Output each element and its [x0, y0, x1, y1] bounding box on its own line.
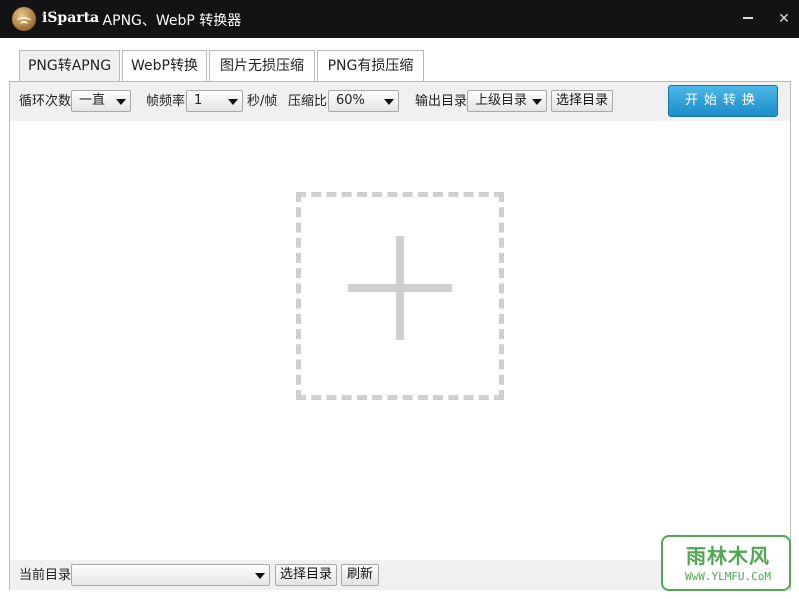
chevron-down-icon: [116, 99, 126, 105]
start-convert-button[interactable]: 开始转换: [668, 85, 778, 117]
framerate-unit: 秒/帧: [247, 94, 278, 109]
plus-icon[interactable]: [348, 236, 452, 340]
refresh-button[interactable]: 刷新: [341, 564, 379, 586]
output-dir-label: 输出目录: [415, 94, 468, 109]
close-icon[interactable]: ✕: [774, 9, 794, 29]
compression-label: 压缩比: [288, 94, 328, 109]
minimize-icon[interactable]: [743, 17, 753, 19]
app-logo-icon: [12, 7, 36, 31]
compression-select[interactable]: 60%: [328, 90, 399, 112]
framerate-value: 1: [194, 93, 203, 108]
framerate-label: 帧频率: [146, 94, 186, 109]
compression-value: 60%: [336, 93, 365, 108]
current-dir-label: 当前目录: [19, 568, 72, 583]
framerate-select[interactable]: 1: [186, 90, 243, 112]
loop-count-value: 一直: [79, 93, 106, 108]
output-dir-value: 上级目录: [475, 93, 528, 108]
chevron-down-icon: [228, 99, 238, 105]
watermark-text: 雨林木风: [686, 544, 770, 568]
watermark-logo: 雨林木风 WwW.YLMFU.CoM: [661, 535, 791, 591]
output-dir-select[interactable]: 上级目录: [467, 90, 547, 112]
chevron-down-icon: [255, 573, 265, 579]
app-title-suffix: -- APNG、WebP 转换器: [88, 13, 242, 29]
loop-count-select[interactable]: 一直: [71, 90, 131, 112]
loop-count-label: 循环次数: [19, 94, 72, 109]
select-current-dir-button[interactable]: 选择目录: [275, 564, 337, 586]
select-output-dir-button[interactable]: 选择目录: [551, 90, 613, 112]
title-bar: iSparta -- APNG、WebP 转换器 ✕: [0, 0, 799, 38]
chevron-down-icon: [532, 99, 542, 105]
tab-png-to-apng[interactable]: PNG转APNG: [19, 50, 120, 83]
watermark-url: WwW.YLMFU.CoM: [684, 570, 772, 583]
tab-webp-convert[interactable]: WebP转换: [122, 50, 207, 82]
current-dir-select[interactable]: [71, 564, 270, 586]
chevron-down-icon: [384, 99, 394, 105]
tab-lossy-compress[interactable]: PNG有损压缩: [317, 50, 424, 82]
tab-lossless-compress[interactable]: 图片无损压缩: [209, 50, 315, 82]
